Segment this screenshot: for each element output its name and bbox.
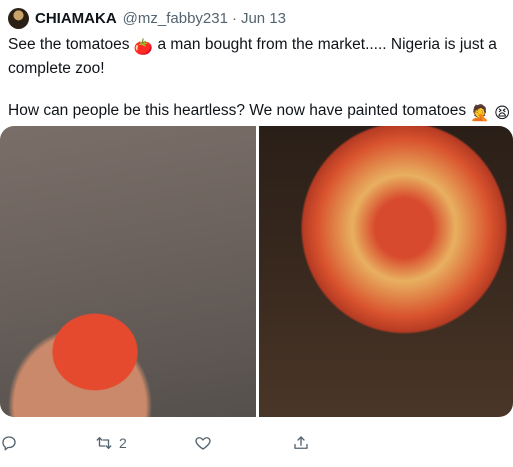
tweet-header: CHIAMAKA @mz_fabby231 · Jun 13	[8, 7, 286, 29]
tweet-text-line1-part2: a man bought from the market..... Nigeri…	[157, 36, 497, 53]
separator-dot: ·	[231, 9, 237, 27]
tweet-text-line2: complete zoo!	[8, 60, 105, 77]
tweet-media	[0, 126, 513, 417]
reply-icon	[2, 436, 16, 451]
retweet-icon	[96, 437, 112, 449]
heart-icon	[195, 437, 211, 450]
author-name[interactable]: CHIAMAKA	[35, 10, 117, 27]
tweet-card[interactable]: CHIAMAKA @mz_fabby231 · Jun 13 See the t…	[0, 0, 513, 467]
retweet-button[interactable]: 2	[95, 430, 127, 456]
reply-button[interactable]	[0, 430, 18, 456]
facepalm-emoji: 🤦	[470, 105, 490, 122]
tomato-in-hand-photo[interactable]	[0, 126, 256, 417]
tweet-text-line3: How can people be this heartless? We now…	[8, 102, 467, 119]
tweet-text: See the tomatoes 🍅 a man bought from the…	[8, 34, 510, 124]
avatar[interactable]	[8, 7, 29, 29]
tomato-emoji: 🍅	[133, 39, 154, 56]
author-handle[interactable]: @mz_fabby231	[123, 10, 228, 27]
tweet-actions: 2	[0, 430, 513, 456]
share-button[interactable]	[292, 430, 310, 456]
tweet-timestamp[interactable]: Jun 13	[241, 10, 286, 27]
share-icon	[294, 436, 308, 449]
like-button[interactable]	[194, 430, 212, 456]
tomato-closeup-photo[interactable]	[259, 126, 513, 417]
retweet-count: 2	[119, 435, 127, 451]
tweet-text-line1-part1: See the tomatoes	[8, 36, 130, 53]
tired-face-emoji: 😫	[494, 105, 511, 122]
